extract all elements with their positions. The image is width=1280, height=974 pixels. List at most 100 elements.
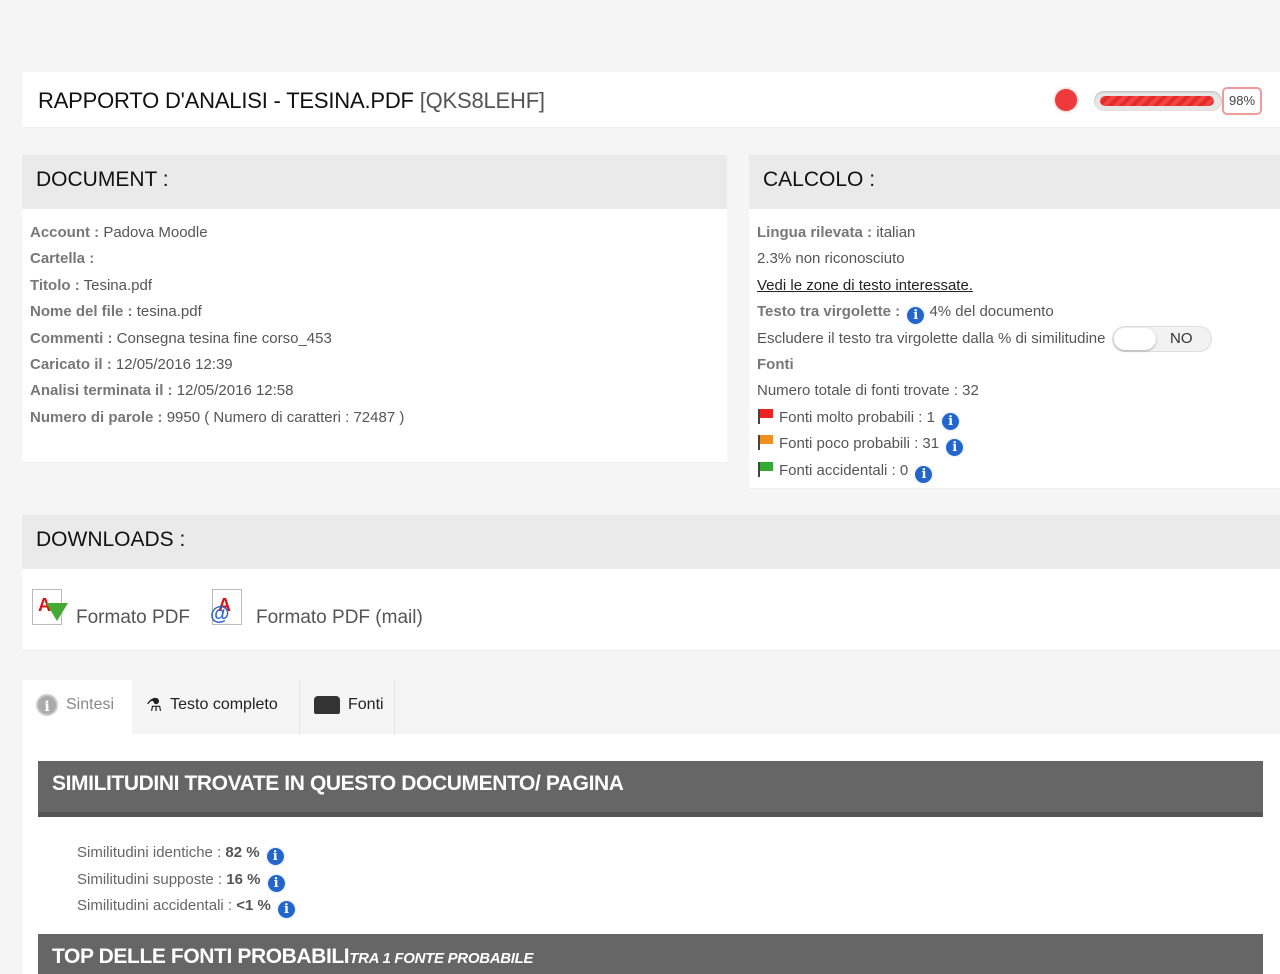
report-tabs: i Sintesi ⚗ Testo completo Fonti	[22, 680, 1280, 734]
analysis-done-value: 12/05/2016 12:58	[172, 382, 294, 400]
top-sources-subtitle: TRA 1 FONTE PROBABILE	[349, 950, 534, 967]
identical-similarities: Similitudini identiche : 82 % i	[77, 844, 285, 866]
similarities-bar: SIMILITUDINI TROVATE IN QUESTO DOCUMENTO…	[38, 761, 1263, 817]
comments-row: Commenti : Consegna tesina fine corso_45…	[30, 326, 719, 352]
inbox-icon	[314, 695, 340, 714]
word-count-row: Numero di parole : 9950 ( Numero di cara…	[30, 405, 719, 431]
tab-sintesi[interactable]: i Sintesi	[22, 680, 132, 734]
quotes-label: Testo tra virgolette :	[757, 303, 901, 321]
filename-row: Nome del file : tesina.pdf	[30, 299, 719, 325]
comments-value: Consegna tesina fine corso_453	[112, 329, 332, 347]
analysis-done-label: Analisi terminata il :	[30, 382, 173, 400]
download-pdf-mail-link[interactable]: A @ Formato PDF (mail)	[210, 589, 423, 629]
similarity-progress-bar	[1094, 91, 1222, 111]
title-text: RAPPORTO D'ANALISI - TESINA.PDF	[38, 88, 414, 113]
report-header: RAPPORTO D'ANALISI - TESINA.PDF [QKS8LEH…	[22, 72, 1280, 128]
folder-row: Cartella :	[30, 246, 719, 272]
top-sources-bar: TOP DELLE FONTI PROBABILITRA 1 FONTE PRO…	[38, 934, 1263, 974]
red-flag-icon	[757, 408, 773, 424]
language-value: italian	[872, 224, 916, 241]
less-probable-row: Fonti poco probabili : 31 i	[757, 431, 1272, 458]
tab-fonti[interactable]: Fonti	[300, 680, 395, 734]
info-icon[interactable]: i	[914, 464, 934, 484]
identical-label: Similitudini identiche :	[77, 844, 226, 861]
quotes-value: 4% del documento	[929, 303, 1054, 321]
info-icon[interactable]: i	[266, 874, 286, 893]
pdf-mail-icon: A @	[210, 589, 252, 629]
supposed-label: Similitudini supposte :	[77, 871, 227, 888]
sources-heading-text: Fonti	[757, 355, 794, 373]
account-label: Account :	[30, 224, 100, 241]
download-pdf-link[interactable]: A Formato PDF	[30, 589, 190, 629]
word-count-label: Numero di parole :	[30, 408, 163, 426]
view-zones-link[interactable]: Vedi le zone di testo interessate.	[757, 277, 973, 294]
highly-probable-text: Fonti molto probabili : 1	[779, 408, 935, 426]
language-label: Lingua rilevata :	[757, 224, 873, 241]
green-flag-icon	[757, 461, 773, 477]
info-icon[interactable]: i	[265, 847, 285, 866]
filename-value: tesina.pdf	[132, 303, 202, 321]
doc-title-label: Titolo :	[30, 276, 80, 294]
accidental-label: Similitudini accidentali :	[77, 897, 237, 914]
pdf-download-icon: A	[30, 589, 72, 629]
sources-heading: Fonti	[757, 352, 1272, 378]
tab-fonti-label: Fonti	[348, 696, 384, 713]
zones-link-row: Vedi le zone di testo interessate.	[757, 273, 1272, 299]
download-pdf-mail-label: Formato PDF (mail)	[256, 607, 423, 628]
progress-fill	[1100, 96, 1214, 106]
document-heading: DOCUMENT :	[22, 155, 727, 209]
info-icon[interactable]: i	[277, 900, 297, 919]
top-sources-title: TOP DELLE FONTI PROBABILI	[52, 945, 350, 968]
exclude-quotes-label: Escludere il testo tra virgolette dalla …	[757, 329, 1106, 347]
info-icon[interactable]: i	[906, 306, 926, 326]
analysis-done-row: Analisi terminata il : 12/05/2016 12:58	[30, 378, 719, 404]
accidental-row: Fonti accidentali : 0 i	[757, 458, 1272, 484]
title-row: Titolo : Tesina.pdf	[30, 273, 719, 299]
tab-testo-completo-label: Testo completo	[170, 696, 278, 714]
exclude-quotes-toggle[interactable]: NO	[1111, 325, 1212, 352]
orange-flag-icon	[757, 435, 773, 451]
tab-testo-completo[interactable]: ⚗ Testo completo	[132, 680, 300, 734]
exclude-quotes-row: Escludere il testo tra virgolette dalla …	[757, 325, 1272, 352]
uploaded-label: Caricato il :	[30, 355, 112, 373]
progress-percent-badge: 98%	[1222, 87, 1262, 115]
download-pdf-label: Formato PDF	[76, 607, 191, 628]
calcolo-heading: CALCOLO :	[749, 155, 1280, 209]
sintesi-content: SIMILITUDINI TROVATE IN QUESTO DOCUMENTO…	[22, 734, 1280, 974]
toggle-knob	[1113, 327, 1156, 350]
less-probable-text: Fonti poco probabili : 31	[779, 435, 940, 453]
total-sources-row: Numero totale di fonti trovate : 32	[757, 382, 979, 400]
account-value: Padova Moodle	[99, 224, 208, 241]
quotes-row: Testo tra virgolette : i 4% del document…	[757, 299, 1272, 326]
language-row: Lingua rilevata : italian	[757, 220, 1272, 246]
unrecognized-row: 2.3% non riconosciuto	[757, 250, 905, 268]
info-circle-icon: i	[36, 693, 58, 716]
report-code: [QKS8LEHF]	[419, 88, 545, 113]
accidental-text: Fonti accidentali : 0	[779, 461, 909, 479]
filename-label: Nome del file :	[30, 303, 133, 321]
supposed-value: 16 %	[226, 871, 261, 888]
highly-probable-row: Fonti molto probabili : 1 i	[757, 405, 1272, 431]
word-count-value: 9950 ( Numero di caratteri : 72487 )	[162, 408, 405, 426]
status-dot-icon	[1055, 89, 1077, 111]
info-icon[interactable]: i	[945, 438, 965, 458]
uploaded-row: Caricato il : 12/05/2016 12:39	[30, 352, 719, 378]
account-row: Account : Padova Moodle	[30, 220, 719, 246]
toggle-label: NO	[1170, 329, 1193, 347]
flask-icon: ⚗	[146, 695, 163, 715]
folder-label: Cartella :	[30, 250, 95, 268]
identical-value: 82 %	[225, 844, 260, 861]
comments-label: Commenti :	[30, 329, 113, 347]
page-title: RAPPORTO D'ANALISI - TESINA.PDF [QKS8LEH…	[38, 88, 545, 114]
uploaded-value: 12/05/2016 12:39	[111, 355, 233, 373]
tab-sintesi-label: Sintesi	[66, 696, 115, 713]
accidental-value: <1 %	[236, 897, 271, 914]
info-icon[interactable]: i	[941, 411, 961, 431]
downloads-panel: DOWNLOADS : A Formato PDF A @ Formato PDF…	[22, 515, 1280, 651]
document-panel: DOCUMENT : Account : Padova Moodle Carte…	[22, 155, 727, 463]
calcolo-panel: CALCOLO : Lingua rilevata : italian 2.3%…	[749, 155, 1280, 489]
accidental-similarities: Similitudini accidentali : <1 % i	[77, 897, 297, 919]
downloads-heading: DOWNLOADS :	[22, 515, 1280, 569]
doc-title-value: Tesina.pdf	[79, 276, 152, 294]
supposed-similarities: Similitudini supposte : 16 % i	[77, 871, 286, 893]
